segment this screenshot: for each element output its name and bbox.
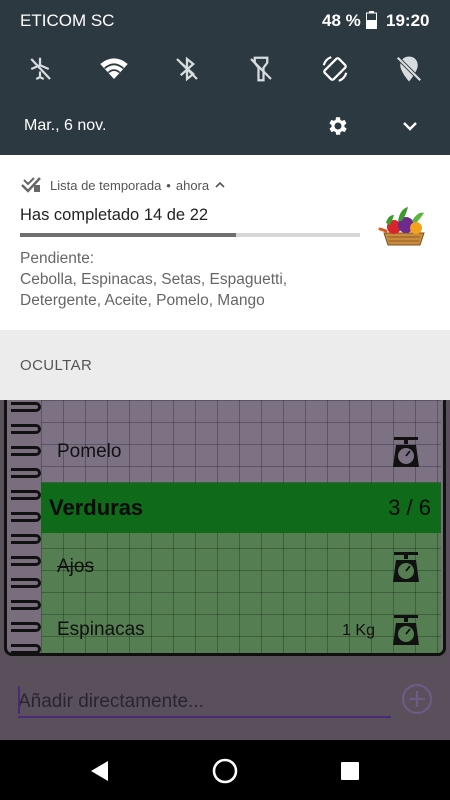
recents-square-icon[interactable] — [336, 757, 364, 785]
battery-icon — [366, 11, 377, 29]
shopping-list-app: Pomelo Verduras 3 / 6 Ajos Espinacas 1 K… — [0, 400, 450, 740]
progress-bar — [20, 233, 360, 237]
auto-rotate-toggle[interactable] — [318, 52, 352, 86]
clock: 19:20 — [386, 11, 430, 30]
progress-fill — [20, 233, 237, 237]
list-item[interactable]: Espinacas 1 Kg — [41, 605, 441, 653]
spiral-ring — [11, 578, 41, 588]
back-triangle-icon[interactable] — [86, 757, 114, 785]
notebook-list: Pomelo Verduras 3 / 6 Ajos Espinacas 1 K… — [4, 400, 446, 656]
list-item[interactable]: Pomelo — [41, 427, 441, 477]
spiral-ring — [11, 512, 41, 522]
spiral-ring — [11, 534, 41, 544]
spiral-ring — [11, 402, 41, 412]
flashlight-toggle[interactable] — [244, 52, 278, 86]
spiral-ring — [11, 556, 41, 566]
category-header-verduras[interactable]: Verduras 3 / 6 — [41, 483, 441, 533]
notification-card[interactable]: Lista de temporada • ahora Has completad… — [0, 155, 450, 400]
battery-percent: 48 % — [322, 11, 361, 30]
location-toggle[interactable] — [392, 52, 426, 86]
list-item[interactable]: Ajos — [41, 542, 441, 592]
add-circle-icon[interactable] — [401, 683, 433, 715]
airplane-off-icon — [30, 57, 51, 81]
settings-gear-icon[interactable] — [326, 114, 350, 138]
location-off-icon — [396, 56, 422, 82]
pending-label: Pendiente: — [20, 250, 95, 267]
pending-items-line-2: Detergente, Aceite, Pomelo, Mango — [20, 292, 265, 309]
add-item-input[interactable] — [18, 688, 391, 718]
status-bar: ETICOM SC 48 % 19:20 — [0, 0, 450, 40]
item-label: Pomelo — [57, 441, 122, 462]
notification-body: Pendiente: Cebolla, Espinacas, Setas, Es… — [20, 248, 360, 311]
spiral-ring — [11, 424, 41, 434]
header-separator: • — [166, 177, 171, 193]
spiral-ring — [11, 490, 41, 500]
notification-time: ahora — [175, 177, 210, 193]
item-label: Espinacas — [57, 619, 145, 640]
scale-weight-icon[interactable] — [391, 613, 421, 647]
carrier-name: ETICOM SC — [20, 11, 115, 30]
text-cursor — [18, 686, 20, 714]
notification-shade: ETICOM SC 48 % 19:20 Mar., 6 nov. — [0, 0, 450, 155]
shade-footer: Mar., 6 nov. — [0, 108, 450, 144]
airplane-mode-toggle[interactable] — [23, 52, 57, 86]
quick-settings-row — [0, 52, 450, 88]
vegetable-basket-icon — [378, 207, 425, 246]
category-title: Verduras — [49, 495, 144, 520]
spiral-ring — [11, 446, 41, 456]
chevron-down-icon[interactable] — [398, 114, 422, 138]
scale-weight-icon[interactable] — [391, 435, 421, 469]
item-quantity: 1 Kg — [342, 622, 375, 639]
bluetooth-toggle[interactable] — [170, 52, 204, 86]
spiral-ring — [11, 644, 41, 653]
flashlight-off-icon — [250, 56, 272, 82]
wifi-toggle[interactable] — [97, 52, 131, 86]
notification-header: Lista de temporada • ahora — [20, 174, 226, 196]
notebook-spiral-binding — [7, 400, 43, 653]
scale-weight-icon[interactable] — [391, 550, 421, 584]
item-label: Ajos — [57, 556, 94, 577]
notification-title: Has completado 14 de 22 — [20, 206, 209, 224]
app-logo-icon — [21, 177, 41, 193]
system-nav-bar — [0, 740, 450, 800]
rotate-icon — [322, 56, 348, 82]
wifi-icon — [100, 58, 128, 79]
bluetooth-off-icon — [176, 56, 198, 82]
spiral-ring — [11, 468, 41, 478]
hide-button[interactable]: OCULTAR — [20, 357, 92, 374]
spiral-ring — [11, 600, 41, 610]
date-label: Mar., 6 nov. — [24, 117, 107, 134]
notification-actions: OCULTAR — [0, 330, 450, 400]
chevron-up-icon[interactable] — [214, 179, 226, 191]
notification-app-name: Lista de temporada — [50, 177, 162, 193]
spiral-ring — [11, 622, 41, 632]
pending-items-line-1: Cebolla, Espinacas, Setas, Espaguetti, — [20, 271, 288, 288]
home-circle-icon[interactable] — [211, 757, 239, 785]
category-count: 3 / 6 — [388, 495, 431, 520]
